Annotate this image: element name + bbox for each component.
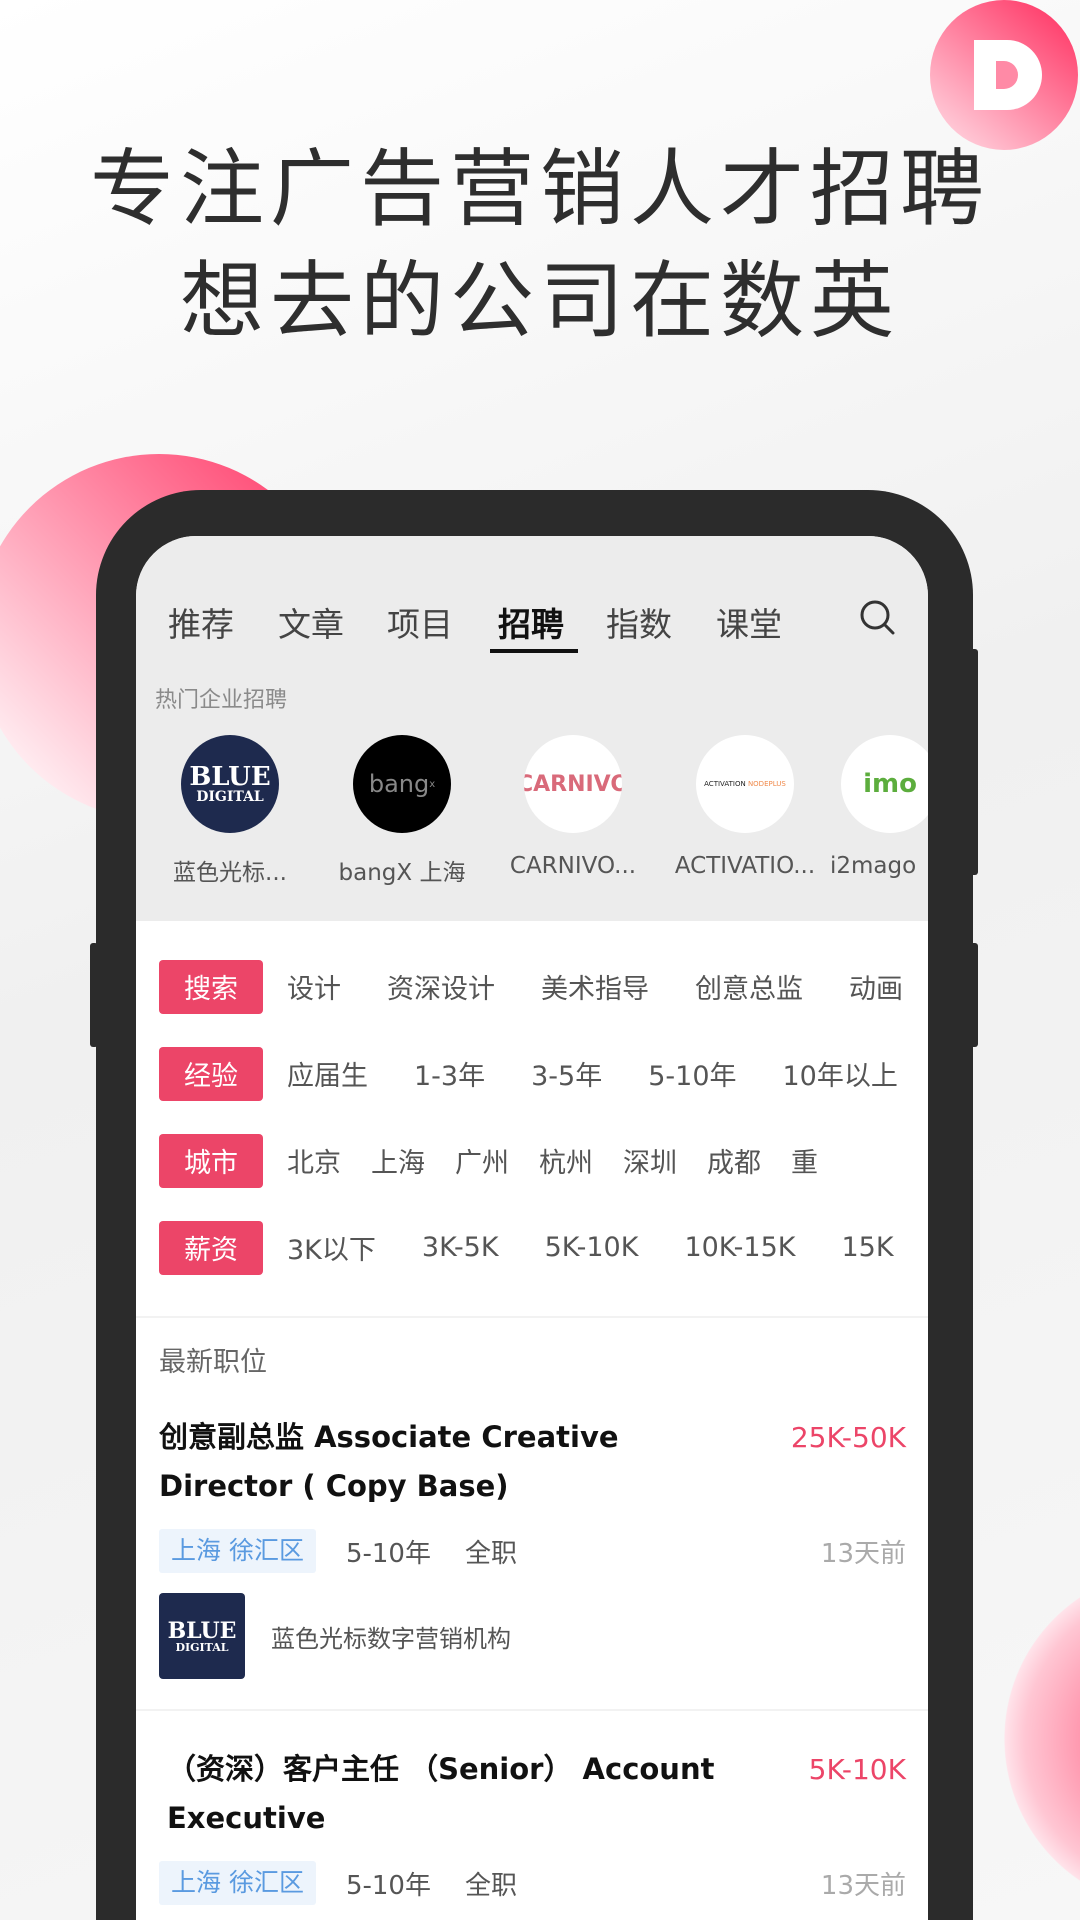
company-item[interactable]: CARNIVO CARNIVO... [498, 735, 648, 879]
filter-option[interactable]: 动画 [849, 967, 903, 1006]
filter-tag: 城市 [159, 1133, 263, 1188]
job-card[interactable]: 创意副总监 Associate Creative Director ( Copy… [136, 1413, 928, 1679]
filter-option[interactable]: 应届生 [287, 1054, 368, 1093]
filter-option[interactable]: 北京 [287, 1141, 341, 1180]
header-area: 推荐 文章 项目 招聘 指数 课堂 热门企业招聘 BLUE DIGITAL 蓝色光… [136, 536, 928, 921]
tab-courses[interactable]: 课堂 [716, 598, 782, 646]
filter-option[interactable]: 美术指导 [541, 967, 649, 1006]
search-icon[interactable] [858, 598, 896, 636]
filter-option[interactable]: 5-10年 [648, 1054, 736, 1093]
filter-option[interactable]: 资深设计 [387, 967, 495, 1006]
company-name: 蓝色光标... [173, 860, 287, 886]
filter-option[interactable]: 3K以下 [287, 1228, 376, 1267]
job-salary: 5K-10K [808, 1753, 906, 1786]
job-type: 全职 [464, 1538, 517, 1569]
filter-option[interactable]: 广州 [455, 1141, 509, 1180]
divider [136, 1709, 928, 1711]
filter-tag: 经验 [159, 1046, 263, 1101]
promo-subheadline: 想去的公司在数英 [179, 252, 900, 350]
filter-row-city: 城市 北京 上海 广州 杭州 深圳 成都 重 [159, 1117, 928, 1204]
company-logo: BLUE DIGITAL [159, 1593, 245, 1679]
filter-option[interactable]: 10K-15K [684, 1232, 795, 1263]
app-screen: 推荐 文章 项目 招聘 指数 课堂 热门企业招聘 BLUE DIGITAL 蓝色光… [136, 536, 928, 1920]
filter-option[interactable]: 15K [841, 1232, 893, 1263]
job-salary: 25K-50K [790, 1421, 906, 1454]
filter-row-experience: 经验 应届生 1-3年 3-5年 5-10年 10年以上 [159, 1030, 928, 1117]
job-title: 创意副总监 Associate Creative Director ( Copy… [159, 1420, 619, 1503]
tab-projects[interactable]: 项目 [387, 598, 453, 646]
active-tab-indicator [490, 649, 578, 653]
filter-option[interactable]: 3-5年 [531, 1054, 602, 1093]
company-item[interactable]: imo i2mago [778, 735, 928, 879]
filter-option[interactable]: 上海 [371, 1141, 425, 1180]
filter-tag: 搜索 [159, 959, 263, 1014]
company-name: bangX 上海 [338, 860, 466, 886]
company-logo: BLUE DIGITAL [181, 735, 279, 833]
filter-option[interactable]: 10年以上 [783, 1054, 898, 1093]
job-location: 上海 徐汇区 [159, 1529, 316, 1573]
job-title: （资深）客户主任 （Senior） Account Executive [167, 1752, 715, 1835]
company-logo: imo [841, 735, 928, 833]
company-item[interactable]: bang x bangX 上海 [327, 735, 477, 887]
company-logo: CARNIVO [524, 735, 622, 833]
tab-articles[interactable]: 文章 [278, 598, 344, 646]
job-company: BLUE DIGITAL 蓝色光标数字营销机构 [159, 1593, 905, 1679]
decorative-circle [1004, 1568, 1080, 1910]
filter-panel: 搜索 设计 资深设计 美术指导 创意总监 动画 经验 应届生 1-3年 3-5年… [136, 921, 928, 1291]
company-name: 蓝色光标数字营销机构 [271, 1624, 511, 1653]
company-item[interactable]: BLUE DIGITAL 蓝色光标... [155, 735, 305, 887]
job-meta: 上海 徐汇区 5-10年 全职 13天前 [159, 1529, 906, 1573]
job-location: 上海 徐汇区 [159, 1861, 316, 1905]
latest-jobs-title: 最新职位 [159, 1347, 267, 1378]
job-meta: 上海 徐汇区 5-10年 全职 13天前 [159, 1861, 906, 1905]
company-logo: bang x [353, 735, 451, 833]
filter-option[interactable]: 杭州 [539, 1141, 593, 1180]
job-posted: 13天前 [820, 1870, 906, 1901]
job-type: 全职 [464, 1870, 517, 1901]
filter-option[interactable]: 创意总监 [695, 967, 803, 1006]
job-experience: 5-10年 [345, 1538, 431, 1569]
nav-tabs: 推荐 文章 项目 招聘 指数 课堂 [136, 598, 928, 648]
tab-jobs[interactable]: 招聘 [498, 598, 564, 646]
filter-tag: 薪资 [159, 1220, 263, 1275]
filter-option[interactable]: 3K-5K [422, 1232, 499, 1263]
company-name: i2mago [830, 853, 917, 879]
filter-option[interactable]: 5K-10K [545, 1232, 639, 1263]
tab-index[interactable]: 指数 [606, 598, 672, 646]
job-card[interactable]: （资深）客户主任 （Senior） Account Executive 5K-1… [136, 1745, 928, 1920]
filter-row-search: 搜索 设计 资深设计 美术指导 创意总监 动画 [159, 943, 928, 1030]
hot-companies-title: 热门企业招聘 [155, 688, 288, 713]
job-experience: 5-10年 [345, 1870, 431, 1901]
filter-option[interactable]: 1-3年 [414, 1054, 485, 1093]
filter-option[interactable]: 重 [791, 1141, 818, 1180]
job-posted: 13天前 [820, 1538, 906, 1569]
filter-option[interactable]: 设计 [287, 967, 341, 1006]
tab-recommend[interactable]: 推荐 [168, 598, 234, 646]
filter-option[interactable]: 深圳 [623, 1141, 677, 1180]
filter-option[interactable]: 成都 [707, 1141, 761, 1180]
company-name: CARNIVO... [509, 853, 637, 879]
promo-headline: 专注广告营销人才招聘 [89, 140, 990, 238]
filter-row-salary: 薪资 3K以下 3K-5K 5K-10K 10K-15K 15K [159, 1204, 928, 1291]
